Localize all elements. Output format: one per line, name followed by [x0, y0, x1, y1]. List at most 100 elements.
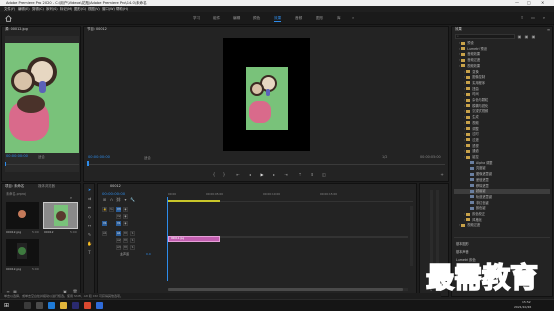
project-tab[interactable]: 项目: 未命名: [5, 184, 24, 189]
effects-tree-item[interactable]: 颜色键: [454, 206, 550, 211]
edge-icon[interactable]: [48, 302, 55, 309]
track-mute-a2[interactable]: M: [123, 238, 128, 243]
workspace-tab-learn[interactable]: 学习: [193, 15, 200, 21]
linked-selection-icon[interactable]: ⛓: [116, 197, 121, 202]
timeline-settings-icon[interactable]: 🔧: [130, 197, 135, 202]
project-item-thumb-2[interactable]: [43, 202, 78, 229]
track-solo-a2[interactable]: S: [130, 238, 135, 243]
project-search-icon[interactable]: ⌕: [68, 195, 74, 200]
effects-tree-item[interactable]: › 预设: [454, 41, 550, 46]
work-area-bar[interactable]: [168, 200, 220, 202]
accelerated-effects-icon[interactable]: ▣: [517, 34, 522, 39]
add-marker-icon[interactable]: ▾: [123, 197, 128, 202]
nest-icon[interactable]: ⊞: [102, 197, 107, 202]
effects-tree-item[interactable]: 超级键: [454, 189, 550, 195]
program-viewer[interactable]: [223, 38, 310, 151]
effects-tree-item[interactable]: › 视频过渡: [454, 223, 550, 228]
source-patch-a1[interactable]: A1: [102, 231, 107, 236]
essential-graphics-section[interactable]: 基本图形: [456, 241, 469, 246]
razor-tool-icon[interactable]: ◇: [86, 214, 93, 219]
workspace-tab-audio[interactable]: 音频: [295, 15, 302, 21]
track-visibility-v2[interactable]: ◉: [123, 214, 128, 219]
timeline-timecode[interactable]: 00:00:00:00: [102, 191, 125, 196]
play-icon[interactable]: ▶: [259, 172, 265, 177]
timeline-tab[interactable]: 00012: [110, 184, 121, 189]
effects-tree-item[interactable]: › 键控: [454, 155, 550, 160]
program-monitor-tab[interactable]: 节目: 00012: [87, 27, 107, 32]
snap-icon[interactable]: ∩: [109, 197, 114, 202]
track-visibility-v3[interactable]: ◉: [123, 207, 128, 212]
progress-icon[interactable]: ▭: [530, 15, 536, 20]
button-editor-icon[interactable]: +: [439, 172, 445, 177]
source-zoom-select[interactable]: 适合: [38, 154, 45, 159]
effects-tree-item[interactable]: › 扭曲: [454, 87, 550, 92]
track-sync-v3[interactable]: ⇆: [109, 207, 114, 212]
effects-tree-item[interactable]: Alpha 调整: [454, 161, 550, 166]
workspace-tab-assembly[interactable]: 组件: [213, 15, 220, 21]
master-volume[interactable]: 0.0: [146, 252, 151, 257]
program-quality-select[interactable]: 1/2: [382, 155, 387, 159]
effects-tree-item[interactable]: › 颜色校正: [454, 212, 550, 217]
effects-tree-item[interactable]: › 过渡: [454, 138, 550, 143]
track-lock-v3[interactable]: 🔒: [102, 207, 107, 212]
32bit-effects-icon[interactable]: ▣: [524, 34, 529, 39]
project-item-thumb-3[interactable]: [6, 239, 39, 266]
effects-tree-item[interactable]: 非红色键: [454, 201, 550, 206]
effects-tree-item[interactable]: › 风格化: [454, 218, 550, 223]
quick-export-icon[interactable]: ⇪: [519, 15, 525, 20]
project-item-thumb-1[interactable]: [6, 202, 39, 229]
step-forward-icon[interactable]: ▸: [271, 172, 277, 177]
track-solo-a1[interactable]: S: [130, 231, 135, 236]
search-taskbar-icon[interactable]: [24, 302, 31, 309]
file-explorer-icon[interactable]: [60, 302, 67, 309]
timeline-vertical-scrollbar[interactable]: [410, 206, 413, 266]
search-icon[interactable]: ⌕: [541, 15, 547, 20]
yuv-effects-icon[interactable]: ▣: [531, 34, 536, 39]
effects-tree-item[interactable]: › 透视: [454, 144, 550, 149]
effects-tree-item[interactable]: › 模糊与锐化: [454, 104, 550, 109]
effects-tree-item[interactable]: › 视频: [454, 121, 550, 126]
effects-tree-item[interactable]: › 杂色与颗粒: [454, 98, 550, 103]
type-tool-icon[interactable]: T: [86, 250, 93, 255]
tracks-area[interactable]: 00012.jpg: [168, 206, 408, 256]
track-target-a1[interactable]: A1: [116, 231, 121, 236]
effects-tree-item[interactable]: › 视频效果: [454, 64, 550, 69]
effects-tree-item[interactable]: 亮度键: [454, 166, 550, 171]
effects-tree-item[interactable]: 图像遮罩键: [454, 172, 550, 177]
program-playhead[interactable]: [87, 161, 89, 166]
effects-tree-item[interactable]: › 音频效果: [454, 52, 550, 57]
track-mute-a3[interactable]: M: [123, 245, 128, 250]
source-patch-v1[interactable]: V1: [102, 221, 107, 226]
source-viewer[interactable]: [5, 36, 79, 172]
pen-tool-icon[interactable]: ✎: [86, 232, 93, 237]
source-monitor-tab[interactable]: 源: 00012.jpg: [5, 27, 28, 32]
mark-out-icon[interactable]: }: [221, 172, 227, 177]
task-view-icon[interactable]: [36, 302, 43, 309]
panel-menu-icon[interactable]: ≡: [546, 27, 551, 32]
effects-tree-item[interactable]: › 过时: [454, 132, 550, 137]
office-icon[interactable]: [84, 302, 91, 309]
timeline-horizontal-scrollbar[interactable]: [168, 288, 408, 291]
effects-tree-item[interactable]: 差值遮罩: [454, 178, 550, 183]
effects-tree-item[interactable]: 移除遮罩: [454, 184, 550, 189]
workspace-tab-libraries[interactable]: 库: [337, 15, 341, 21]
effects-tree-item[interactable]: › 调整: [454, 127, 550, 132]
effects-tree-item[interactable]: 轨道遮罩键: [454, 195, 550, 200]
track-solo-a3[interactable]: S: [130, 245, 135, 250]
workspace-tab-graphics[interactable]: 图形: [316, 15, 323, 21]
effects-tree-item[interactable]: › Lumetri 预设: [454, 47, 550, 52]
track-target-v3[interactable]: V3: [116, 207, 121, 212]
effects-tree-item[interactable]: › 通道: [454, 149, 550, 154]
step-back-icon[interactable]: ◂: [247, 172, 253, 177]
effects-tree-item[interactable]: › 音频过渡: [454, 58, 550, 63]
video-clip[interactable]: 00012.jpg: [168, 236, 220, 242]
go-to-in-icon[interactable]: ⇤: [235, 172, 241, 177]
go-to-out-icon[interactable]: ⇥: [283, 172, 289, 177]
slip-tool-icon[interactable]: ↔: [86, 223, 93, 228]
time-ruler[interactable]: 00:00 00:00:05:00 00:00:10:00 00:00:15:0…: [168, 192, 413, 202]
effects-tree-item[interactable]: › 沉浸式视频: [454, 109, 550, 114]
track-target-v1[interactable]: V1: [116, 221, 121, 226]
source-timecode[interactable]: 00:00:00:00: [6, 154, 28, 158]
effects-tree-item[interactable]: › 图像控制: [454, 75, 550, 80]
track-target-a2[interactable]: A2: [116, 238, 121, 243]
